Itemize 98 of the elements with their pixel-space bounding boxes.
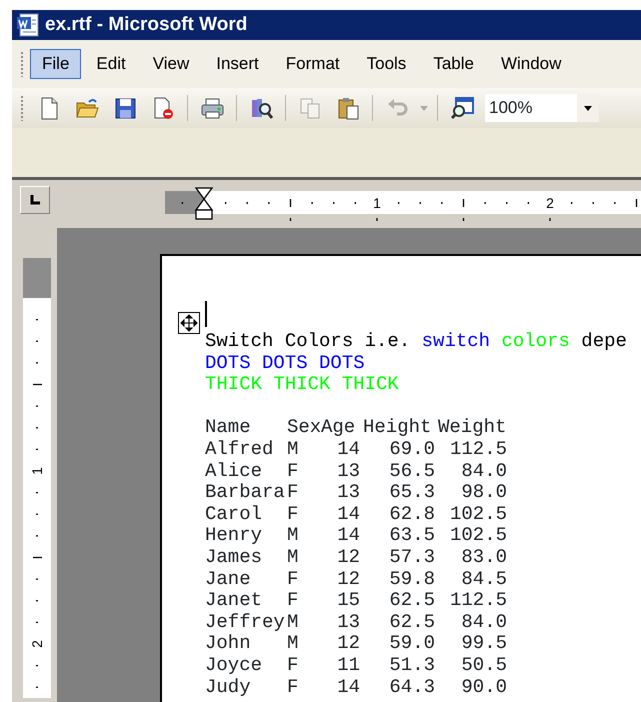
table-cell-text: Janet (205, 590, 264, 612)
table-cell-text: 13 (336, 612, 361, 634)
table-cell-text: 13 (336, 460, 361, 482)
ruler-number: 2 (546, 195, 554, 211)
document-text: depe (581, 330, 627, 352)
menu-item[interactable]: Table (421, 49, 486, 79)
table-cell-text: Carol (205, 504, 264, 526)
table-cell-text: 62.5 (388, 612, 436, 634)
table-cell-text: 14 (336, 525, 361, 547)
table-cell-text: 63.5 (388, 525, 436, 547)
table-cell-text: Jeffrey (205, 612, 286, 634)
word-document-icon (15, 12, 41, 38)
column-header: Name (205, 417, 252, 439)
menu-item[interactable]: Insert (204, 49, 271, 79)
text-cursor (205, 301, 207, 327)
document-text: switch (422, 330, 490, 352)
table-cell-text: 84.0 (460, 612, 508, 634)
table-cell-text: 14 (336, 438, 361, 461)
table-cell-text: 56.5 (388, 460, 436, 482)
table-cell-text: 13 (336, 482, 361, 504)
table-cell-text: 62.5 (388, 590, 436, 612)
window-magnifier-icon (450, 95, 474, 121)
table-cell-text: 112.5 (448, 438, 508, 461)
ruler-margin (23, 258, 51, 298)
table-cell-text: M (287, 438, 300, 461)
menu-item[interactable]: Edit (84, 49, 138, 79)
column-header: Height (363, 417, 432, 439)
table-cell-text: 12 (336, 633, 361, 655)
table-cell-text: 59.8 (388, 568, 436, 590)
table-cell-text: 98.0 (460, 482, 508, 504)
table-cell-text: John (205, 633, 252, 655)
ruler-number: 2 (29, 640, 45, 648)
paste-icon (336, 95, 360, 121)
table-cell-text: F (287, 482, 300, 504)
menu-item[interactable]: Window (488, 49, 574, 79)
column-header: Age (321, 417, 356, 439)
table-cell-text: 99.5 (460, 633, 508, 655)
table-cell-text: F (287, 568, 300, 590)
ruler-number: 1 (29, 467, 45, 475)
table-cell-text: 65.3 (388, 482, 436, 504)
table-cell-text: F (287, 676, 300, 698)
menu-item[interactable]: Format (274, 49, 352, 79)
table-cell-text: 12 (336, 568, 361, 590)
table-cell-text: Alice (205, 460, 264, 482)
table-cell-text: 57.3 (388, 546, 436, 569)
window-title: ex.rtf - Microsoft Word (45, 12, 248, 37)
caret-icon (420, 106, 428, 110)
caret-icon (584, 106, 592, 110)
table-cell-text: 112.5 (448, 590, 508, 612)
column-header: Sex (287, 417, 321, 439)
table-cell-text: M (287, 633, 300, 655)
table-cell-text: 14 (336, 676, 361, 698)
table-cell-text: 59.0 (388, 633, 436, 655)
document-text: DOTS DOTS DOTS (205, 352, 365, 374)
table-cell-text: Alfred (205, 438, 274, 461)
menu-item[interactable]: View (140, 49, 202, 79)
document-text: THICK THICK THICK (205, 373, 399, 396)
table-cell-text: M (287, 525, 300, 547)
table-cell-text: 102.5 (448, 504, 508, 526)
table-cell-text: 102.5 (448, 525, 508, 547)
table-cell-text: Barbara (205, 482, 286, 504)
move-icon (179, 313, 199, 333)
table-cell-text: Jane (205, 568, 252, 590)
table-cell-text: 69.0 (388, 438, 436, 461)
table-cell-text: Judy (205, 676, 252, 698)
indent-marker[interactable] (194, 187, 214, 220)
table-cell-text: F (287, 460, 300, 482)
table-cell-text: 90.0 (460, 676, 508, 698)
menu-item[interactable]: Tools (354, 49, 418, 79)
table-cell-text: M (287, 612, 300, 634)
table-cell-text: F (287, 504, 300, 526)
table-cell-text: Henry (205, 525, 264, 547)
tab-stop-selector[interactable] (20, 186, 50, 214)
zoom-dropdown-button[interactable] (577, 94, 599, 122)
table-cell-text: 64.3 (388, 676, 436, 698)
document-text: colors (501, 330, 570, 352)
table-cell-text: M (287, 546, 300, 569)
table-cell-text: 84.0 (460, 460, 508, 482)
table-cell-text: 62.8 (388, 504, 436, 526)
table-cell-text: 12 (336, 546, 361, 569)
table-cell-text: 11 (336, 654, 361, 676)
table-cell-text: F (287, 654, 300, 676)
table-cell-text: 83.0 (460, 546, 508, 569)
table-cell-text: 15 (336, 590, 361, 612)
table-cell-text: 51.3 (388, 654, 436, 676)
table-cell-text: James (205, 546, 264, 569)
table-cell-text: 50.5 (460, 654, 508, 676)
column-header: Weight (438, 417, 508, 439)
table-move-handle[interactable] (178, 312, 200, 334)
table-cell-text: F (287, 590, 300, 612)
document-text: Switch Colors i.e. (205, 330, 410, 352)
table-cell-text: Joyce (205, 654, 264, 676)
zoom-field[interactable]: 100% (485, 94, 577, 122)
table-cell-text: 14 (336, 504, 361, 526)
menu-item[interactable]: File (30, 49, 82, 79)
table-cell-text: 84.5 (460, 568, 508, 590)
ruler-number: 1 (373, 195, 381, 211)
left-tab-icon (29, 194, 41, 206)
